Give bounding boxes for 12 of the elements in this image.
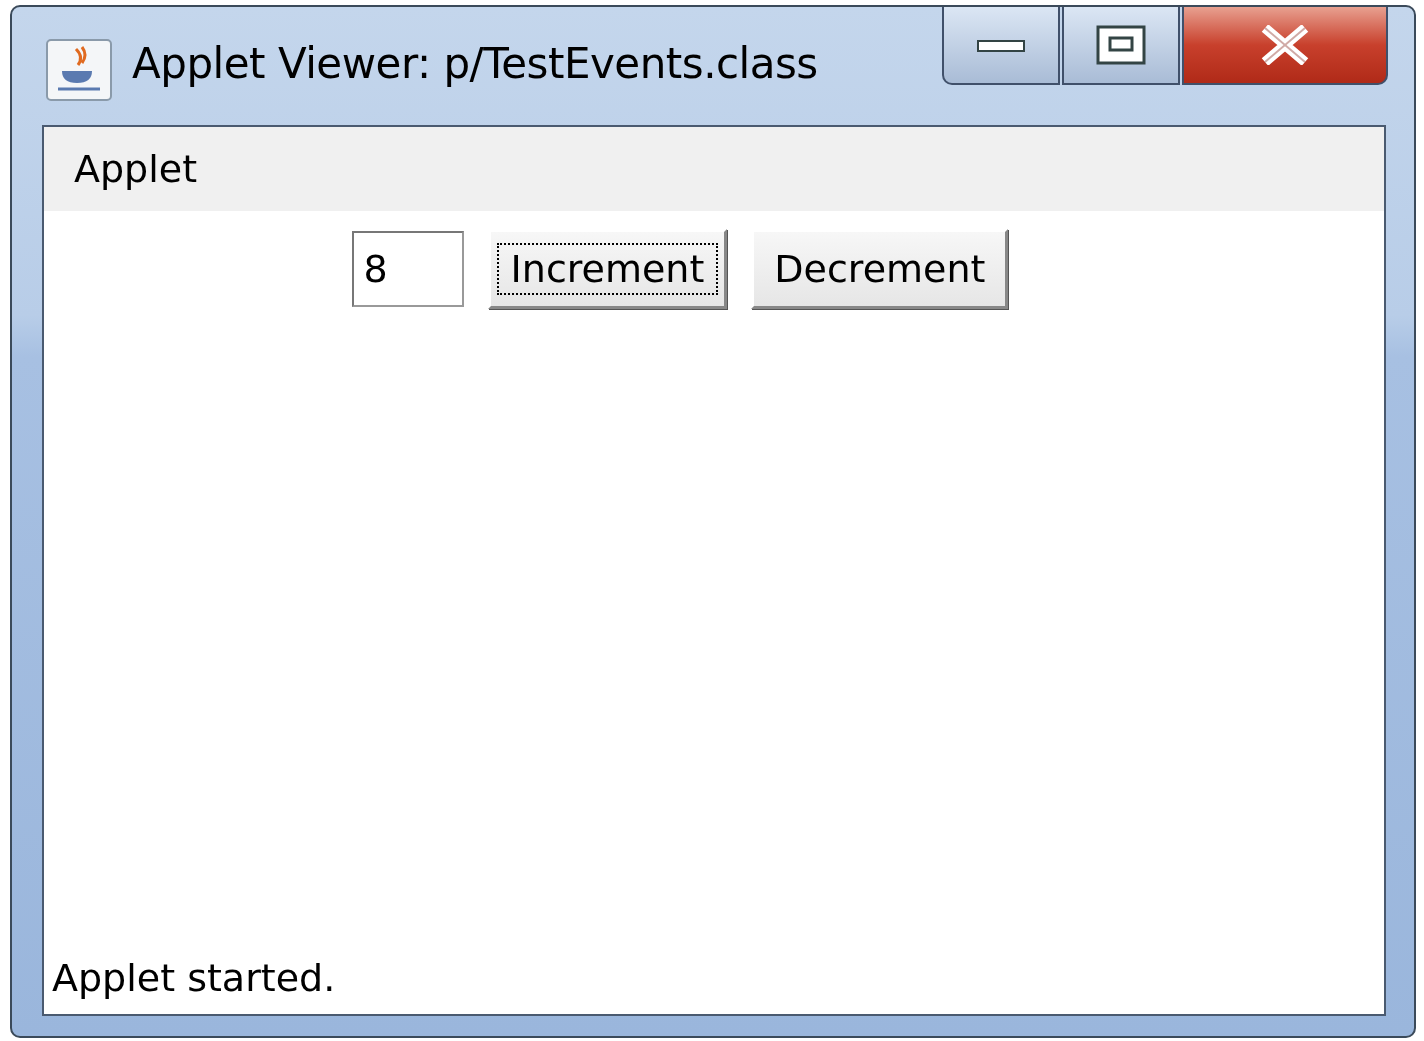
maximize-icon	[1096, 25, 1146, 65]
action-button[interactable]: Increment	[487, 229, 728, 309]
number-field[interactable]: 8	[351, 231, 464, 307]
menu-item[interactable]: Applet	[74, 147, 198, 191]
maximize-button[interactable]	[1062, 7, 1180, 85]
close-button[interactable]	[1182, 7, 1388, 85]
java-cup-icon	[46, 39, 112, 101]
minimize-button[interactable]	[942, 7, 1060, 85]
window-title: Applet Viewer: p/TestEvents.class	[132, 39, 818, 88]
action-button[interactable]: Decrement	[751, 229, 1009, 309]
close-icon	[1260, 25, 1310, 65]
status-text: Applet started.	[52, 956, 336, 1000]
